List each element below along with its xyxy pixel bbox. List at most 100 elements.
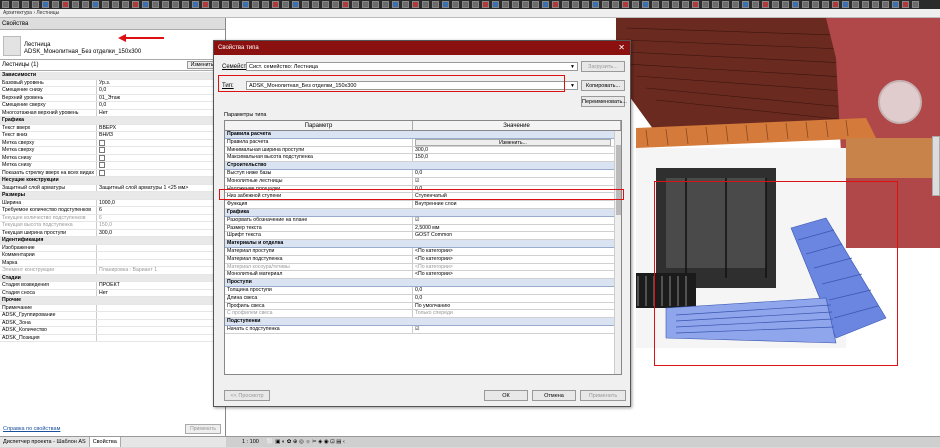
- property-row[interactable]: Стадия возведения ПРОЕКТ: [0, 282, 224, 290]
- parameter-group[interactable]: Материалы и отделка: [225, 240, 621, 248]
- checkbox[interactable]: [99, 169, 105, 176]
- parameter-row[interactable]: Размер текста 2,5000 мм: [225, 224, 621, 233]
- property-row[interactable]: Показать стрелку вверх на всех видах: [0, 169, 224, 177]
- scrollbar-thumb[interactable]: [616, 145, 621, 215]
- parameter-value[interactable]: 0,0: [413, 170, 621, 177]
- family-select[interactable]: Сист. семейство: Лестница ▼: [246, 62, 578, 71]
- property-value[interactable]: 0,0: [96, 87, 224, 94]
- view-scale[interactable]: 1 : 100: [242, 437, 259, 447]
- property-value[interactable]: [96, 304, 224, 311]
- property-row[interactable]: Комментарии: [0, 252, 224, 260]
- parameter-row[interactable]: Шрифт текста GOST Common: [225, 232, 621, 241]
- property-value[interactable]: ВНИЗ: [96, 132, 224, 139]
- property-value[interactable]: [96, 334, 224, 341]
- property-group[interactable]: Зависимости: [0, 72, 224, 80]
- property-group[interactable]: Стадии: [0, 274, 224, 282]
- property-value[interactable]: [96, 259, 224, 266]
- parameter-row[interactable]: Монолитный материал <По категории>: [225, 271, 621, 280]
- property-row[interactable]: Текст вверх ВВЕРХ: [0, 124, 224, 132]
- properties-help-link[interactable]: Справка по свойствам: [3, 426, 60, 432]
- property-value[interactable]: 300,0: [96, 229, 224, 236]
- type-parameters-grid[interactable]: Параметр Значение Правила расчета Правила…: [224, 120, 622, 375]
- property-value[interactable]: 150,0: [96, 222, 224, 229]
- property-row[interactable]: Текущая ширина проступи 300,0: [0, 229, 224, 237]
- property-value[interactable]: ПРОЕКТ: [96, 282, 224, 289]
- parameter-value[interactable]: Внутренние слои: [413, 201, 621, 208]
- property-value[interactable]: Защитный слой арматуры 1 <25 мм>: [96, 184, 224, 191]
- property-row[interactable]: Защитный слой арматуры Защитный слой арма…: [0, 184, 224, 192]
- property-group[interactable]: Идентификация: [0, 237, 224, 245]
- parameter-value[interactable]: <По категории>: [413, 271, 621, 278]
- property-value[interactable]: [96, 139, 224, 146]
- property-row[interactable]: Требуемое количество подступенков 6: [0, 207, 224, 215]
- property-value[interactable]: 0,0: [96, 102, 224, 109]
- property-row[interactable]: ADSK_Позиция: [0, 334, 224, 342]
- parameter-row[interactable]: Материал косоура/тетивы <По категории>: [225, 263, 621, 272]
- parameter-row[interactable]: Функция Внутренние слои: [225, 201, 621, 209]
- parameter-group[interactable]: Проступи: [225, 279, 621, 287]
- parameter-row[interactable]: Материал подступенка <По категории>: [225, 255, 621, 264]
- parameter-row[interactable]: Минимальная ширина проступи 300,0: [225, 146, 621, 155]
- property-row[interactable]: Стадия сноса Нет: [0, 289, 224, 297]
- parameter-value[interactable]: <По категории>: [413, 256, 621, 263]
- view-control-icons[interactable]: ⬜ ▣ ◐ ✿ ⊕ ◎ ☼ ✂ ◈ ◉ ⊡ ▤ ‹: [267, 437, 345, 447]
- property-row[interactable]: Смещение сверху 0,0: [0, 102, 224, 110]
- property-row[interactable]: Базовый уровень Ур.з.: [0, 79, 224, 87]
- property-value[interactable]: [96, 319, 224, 326]
- property-row[interactable]: Метка снизу: [0, 162, 224, 170]
- parameter-value[interactable]: <По категории>: [413, 248, 621, 255]
- property-group[interactable]: Несущие конструкции: [0, 177, 224, 185]
- property-row[interactable]: ADSK_Количество: [0, 327, 224, 335]
- parameter-group[interactable]: Графика: [225, 208, 621, 217]
- parameter-value[interactable]: GOST Common: [413, 232, 621, 239]
- parameter-value[interactable]: 150,0: [413, 154, 621, 161]
- property-value[interactable]: Нет: [96, 109, 224, 116]
- parameter-value[interactable]: ☑: [413, 326, 621, 333]
- property-row[interactable]: Примечание: [0, 304, 224, 312]
- tab-properties[interactable]: Свойства: [89, 437, 121, 447]
- property-row[interactable]: Метка сверху: [0, 139, 224, 147]
- parameter-value[interactable]: 2,5000 мм: [413, 225, 621, 232]
- property-row[interactable]: Текущая высота подступенка 150,0: [0, 222, 224, 230]
- parameter-group[interactable]: Строительство: [225, 162, 621, 170]
- property-row[interactable]: ADSK_Группирование: [0, 312, 224, 320]
- property-group[interactable]: Прочие: [0, 297, 224, 305]
- parameter-value[interactable]: 0,0: [413, 295, 621, 302]
- parameter-group[interactable]: Подступенки: [225, 318, 621, 326]
- property-row[interactable]: Метка снизу: [0, 154, 224, 162]
- property-value[interactable]: [96, 147, 224, 154]
- viewcube[interactable]: [878, 80, 922, 124]
- property-value[interactable]: 6: [96, 207, 224, 214]
- property-row[interactable]: Текст вниз ВНИЗ: [0, 132, 224, 140]
- preview-button[interactable]: << Просмотр: [224, 390, 270, 401]
- parameter-row[interactable]: Правила расчета Изменить...: [225, 138, 621, 147]
- property-group[interactable]: Размеры: [0, 192, 224, 200]
- property-value[interactable]: [96, 312, 224, 319]
- parameter-row[interactable]: Длина свеса 0,0: [225, 294, 621, 303]
- parameter-row[interactable]: Выступ ниже базы 0,0: [225, 169, 621, 178]
- property-row[interactable]: Верхний уровень 01_Этаж: [0, 94, 224, 102]
- property-value[interactable]: [96, 162, 224, 169]
- parameter-value[interactable]: По умолчанию: [413, 303, 621, 310]
- ok-button[interactable]: ОК: [484, 390, 528, 401]
- edit-rules-button[interactable]: Изменить...: [415, 138, 611, 146]
- apply-dialog-button[interactable]: Применить: [580, 390, 626, 401]
- cancel-button[interactable]: Отмена: [532, 390, 576, 401]
- load-button[interactable]: Загрузить...: [581, 61, 625, 72]
- property-row[interactable]: Ширина 1000,0: [0, 199, 224, 207]
- property-value[interactable]: Нет: [96, 289, 224, 296]
- parameter-row[interactable]: Максимальная высота подступенка 150,0: [225, 154, 621, 163]
- property-value[interactable]: Планировка : Вариант 1: [96, 267, 224, 274]
- property-row[interactable]: Текущее количество подступенков 6: [0, 214, 224, 222]
- apply-button[interactable]: Применить: [185, 424, 221, 434]
- parameter-value[interactable]: 0,0: [413, 287, 621, 294]
- property-value[interactable]: [96, 169, 224, 176]
- property-row[interactable]: Метка сверху: [0, 147, 224, 155]
- parameter-row[interactable]: Профиль свеса По умолчанию: [225, 302, 621, 311]
- parameter-row[interactable]: Монолитные лестницы ☑: [225, 177, 621, 186]
- tab-project-browser[interactable]: Диспетчер проекта - Шаблон АS: [0, 437, 90, 447]
- parameter-value[interactable]: Изменить...: [413, 138, 621, 146]
- property-value[interactable]: ВВЕРХ: [96, 124, 224, 131]
- parameter-row[interactable]: Толщина проступи 0,0: [225, 286, 621, 295]
- parameter-group[interactable]: Правила расчета: [225, 131, 621, 139]
